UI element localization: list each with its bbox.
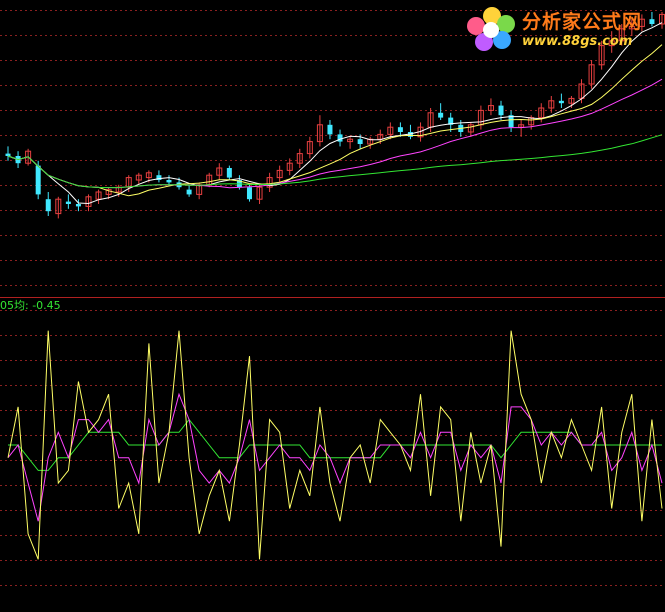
candle-body — [397, 127, 403, 132]
flower-logo-icon — [467, 7, 515, 51]
candle-body — [186, 189, 192, 195]
candle-body — [35, 165, 41, 195]
candle-body — [45, 199, 51, 212]
ma-long-line — [7, 78, 663, 189]
osc-main-line — [7, 330, 663, 560]
candle-body — [438, 112, 444, 118]
candle-body — [357, 139, 363, 144]
candle-body — [65, 201, 71, 204]
osc-slow-line — [8, 418, 662, 471]
watermark-logo: 分析家公式网 www.88gs.com — [462, 2, 662, 54]
candle-body — [75, 204, 81, 207]
grid-lines — [0, 10, 665, 586]
candle-body — [246, 187, 252, 200]
candle-body — [558, 100, 564, 104]
candle-body — [166, 180, 172, 183]
indicator-panel — [7, 330, 663, 560]
candle-body — [337, 134, 343, 142]
chart-canvas — [0, 10, 665, 586]
watermark-url: www.88gs.com — [522, 34, 633, 49]
candle-body — [498, 105, 504, 116]
candle-body — [5, 153, 11, 156]
watermark-title: 分析家公式网 — [522, 11, 643, 33]
stock-chart-window: 05均: -0.45 分析家公式网 www.88gs.com — [0, 0, 665, 612]
candle-body — [226, 168, 232, 178]
indicator-value-label: 05均: -0.45 — [0, 299, 61, 312]
candle-body — [327, 124, 333, 135]
